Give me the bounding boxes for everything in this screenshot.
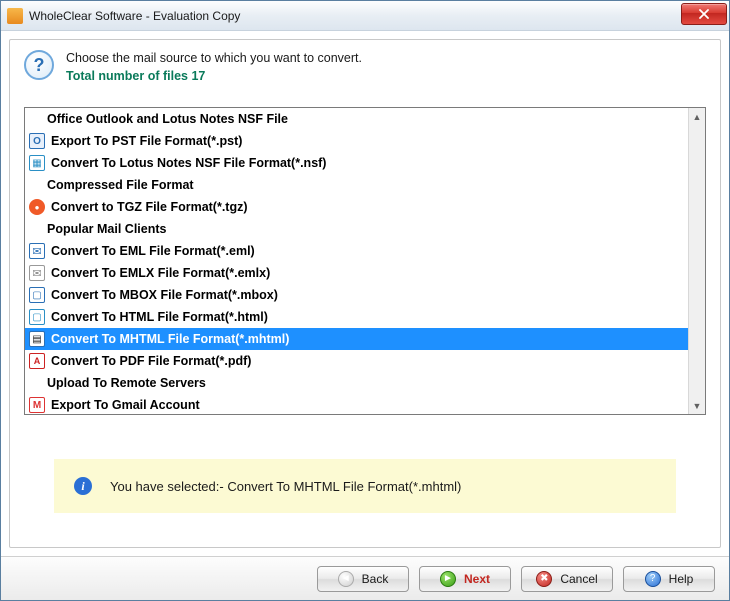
back-label: Back — [362, 572, 389, 586]
list-item[interactable]: Convert to TGZ File Format(*.tgz) — [25, 196, 688, 218]
list-item-label: Convert To EML File Format(*.eml) — [51, 244, 255, 258]
list-item[interactable]: Convert To EML File Format(*.eml) — [25, 240, 688, 262]
ic-pst-icon — [29, 133, 45, 149]
cancel-icon: ✖ — [536, 571, 552, 587]
close-icon — [699, 9, 709, 19]
list-item[interactable]: Convert To Lotus Notes NSF File Format(*… — [25, 152, 688, 174]
body: ? Choose the mail source to which you wa… — [1, 31, 729, 556]
notice-prefix: You have selected:- — [110, 479, 227, 494]
question-icon: ? — [24, 50, 54, 80]
format-list[interactable]: Office Outlook and Lotus Notes NSF File E… — [25, 108, 688, 414]
cancel-label: Cancel — [560, 572, 597, 586]
titlebar: WholeClear Software - Evaluation Copy — [1, 1, 729, 31]
instruction-line1: Choose the mail source to which you want… — [66, 50, 362, 68]
list-group-header: Popular Mail Clients — [25, 218, 688, 240]
group-header-label: Office Outlook and Lotus Notes NSF File — [47, 112, 288, 126]
list-item-label: Convert To HTML File Format(*.html) — [51, 310, 268, 324]
list-item-label: Convert To Lotus Notes NSF File Format(*… — [51, 156, 326, 170]
help-label: Help — [669, 572, 694, 586]
group-header-label: Compressed File Format — [47, 178, 194, 192]
ic-eml-icon — [29, 243, 45, 259]
list-item[interactable]: Convert To HTML File Format(*.html) — [25, 306, 688, 328]
list-item[interactable]: Export To Gmail Account — [25, 394, 688, 414]
next-label: Next — [464, 572, 490, 586]
ic-emlx-icon — [29, 265, 45, 281]
group-header-label: Upload To Remote Servers — [47, 376, 206, 390]
list-item[interactable]: Convert To EMLX File Format(*.emlx) — [25, 262, 688, 284]
list-item-label: Convert To EMLX File Format(*.emlx) — [51, 266, 270, 280]
list-item-label: Export To PST File Format(*.pst) — [51, 134, 242, 148]
ic-mhtml-icon — [29, 331, 45, 347]
notice-value: Convert To MHTML File Format(*.mhtml) — [227, 479, 461, 494]
format-list-container: Office Outlook and Lotus Notes NSF File E… — [24, 107, 706, 415]
back-button[interactable]: ◄ Back — [317, 566, 409, 592]
main-panel: ? Choose the mail source to which you wa… — [9, 39, 721, 548]
footer: ◄ Back ► Next ✖ Cancel ? Help — [1, 556, 729, 600]
app-window: WholeClear Software - Evaluation Copy ? … — [0, 0, 730, 601]
scroll-up-button[interactable]: ▲ — [689, 108, 705, 125]
scroll-track[interactable] — [689, 125, 705, 397]
instruction-row: ? Choose the mail source to which you wa… — [10, 40, 720, 91]
list-item-label: Convert to TGZ File Format(*.tgz) — [51, 200, 248, 214]
list-group-header: Compressed File Format — [25, 174, 688, 196]
list-item[interactable]: Convert To PDF File Format(*.pdf) — [25, 350, 688, 372]
ic-tgz-icon — [29, 199, 45, 215]
list-item[interactable]: Export To PST File Format(*.pst) — [25, 130, 688, 152]
list-item[interactable]: Convert To MHTML File Format(*.mhtml) — [25, 328, 688, 350]
next-button[interactable]: ► Next — [419, 566, 511, 592]
help-icon: ? — [645, 571, 661, 587]
back-arrow-icon: ◄ — [338, 571, 354, 587]
list-item-label: Export To Gmail Account — [51, 398, 200, 412]
ic-html-icon — [29, 309, 45, 325]
titlebar-left: WholeClear Software - Evaluation Copy — [7, 8, 240, 24]
list-item-label: Convert To MBOX File Format(*.mbox) — [51, 288, 278, 302]
next-arrow-icon: ► — [440, 571, 456, 587]
list-group-header: Office Outlook and Lotus Notes NSF File — [25, 108, 688, 130]
list-group-header: Upload To Remote Servers — [25, 372, 688, 394]
list-item-label: Convert To MHTML File Format(*.mhtml) — [51, 332, 289, 346]
window-title: WholeClear Software - Evaluation Copy — [29, 9, 240, 23]
instruction-line2: Total number of files 17 — [66, 68, 362, 86]
ic-nsf-icon — [29, 155, 45, 171]
ic-gmail-icon — [29, 397, 45, 413]
notice-text: You have selected:- Convert To MHTML Fil… — [110, 479, 461, 494]
help-button[interactable]: ? Help — [623, 566, 715, 592]
app-icon — [7, 8, 23, 24]
list-item-label: Convert To PDF File Format(*.pdf) — [51, 354, 251, 368]
close-button[interactable] — [681, 3, 727, 25]
scrollbar[interactable]: ▲ ▼ — [688, 108, 705, 414]
ic-pdf-icon — [29, 353, 45, 369]
info-icon: i — [74, 477, 92, 495]
cancel-button[interactable]: ✖ Cancel — [521, 566, 613, 592]
list-item[interactable]: Convert To MBOX File Format(*.mbox) — [25, 284, 688, 306]
selection-notice: i You have selected:- Convert To MHTML F… — [54, 459, 676, 513]
group-header-label: Popular Mail Clients — [47, 222, 166, 236]
ic-mbox-icon — [29, 287, 45, 303]
scroll-down-button[interactable]: ▼ — [689, 397, 705, 414]
instruction-text: Choose the mail source to which you want… — [66, 50, 362, 85]
